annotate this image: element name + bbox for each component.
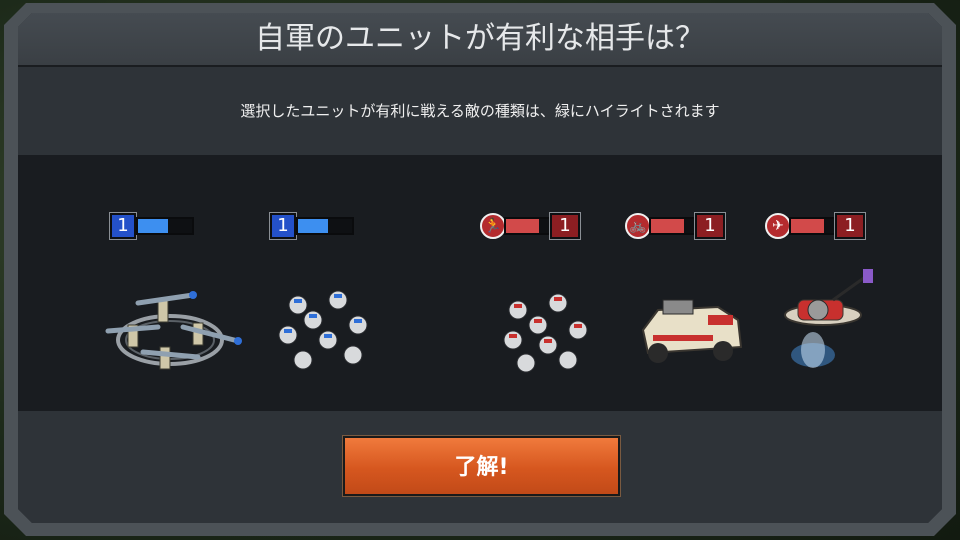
ok-button[interactable]: 了解! <box>343 436 620 496</box>
level-bar-fill <box>506 219 539 233</box>
vehicle-icon: 🚲 <box>625 213 651 239</box>
enemy-unit-infantry: 🏃 1 <box>478 155 628 411</box>
level-bar-fill <box>791 219 824 233</box>
units-area: 1 1 🏃 1 🚲 1 ✈ 1 <box>18 155 942 411</box>
level-number-badge: 1 <box>834 212 866 240</box>
level-bar <box>789 217 837 235</box>
rifle-soldiers-icon <box>278 290 368 370</box>
enemy-air-sprite <box>784 269 873 368</box>
ally-unit-rocket-infantry: 1 <box>98 155 248 411</box>
airplane-icon: ✈ <box>765 213 791 239</box>
ally-unit-rifle-infantry: 1 <box>258 155 408 411</box>
dialog-subtitle: 選択したユニットが有利に戦える敵の種類は、緑にハイライトされます <box>240 102 720 120</box>
level-number-badge: 1 <box>694 212 726 240</box>
level-bar <box>296 217 354 235</box>
level-bar <box>649 217 697 235</box>
rocket-soldiers-icon <box>105 291 242 370</box>
enemy-unit-vehicle: 🚲 1 <box>623 155 773 411</box>
unit-advantage-dialog: 自軍のユニットが有利な相手は？ 選択したユニットが有利に戦える敵の種類は、緑にハ… <box>18 13 942 523</box>
title-bar: 自軍のユニットが有利な相手は？ <box>18 13 942 67</box>
enemy-unit-air: ✈ 1 <box>763 155 913 411</box>
level-bar <box>504 217 552 235</box>
enemy-infantry-sprite <box>503 293 588 373</box>
level-bar-fill <box>298 219 328 233</box>
running-man-icon: 🏃 <box>480 213 506 239</box>
level-bar <box>136 217 194 235</box>
enemy-vehicle-sprite <box>641 299 743 363</box>
level-bar-fill <box>138 219 168 233</box>
level-bar-fill <box>651 219 684 233</box>
level-number-badge: 1 <box>269 212 297 240</box>
subtitle-band: 選択したユニットが有利に戦える敵の種類は、緑にハイライトされます <box>18 67 942 155</box>
footer: 了解! <box>18 411 942 523</box>
dialog-title: 自軍のユニットが有利な相手は？ <box>255 21 705 56</box>
level-number-badge: 1 <box>109 212 137 240</box>
level-number-badge: 1 <box>549 212 581 240</box>
